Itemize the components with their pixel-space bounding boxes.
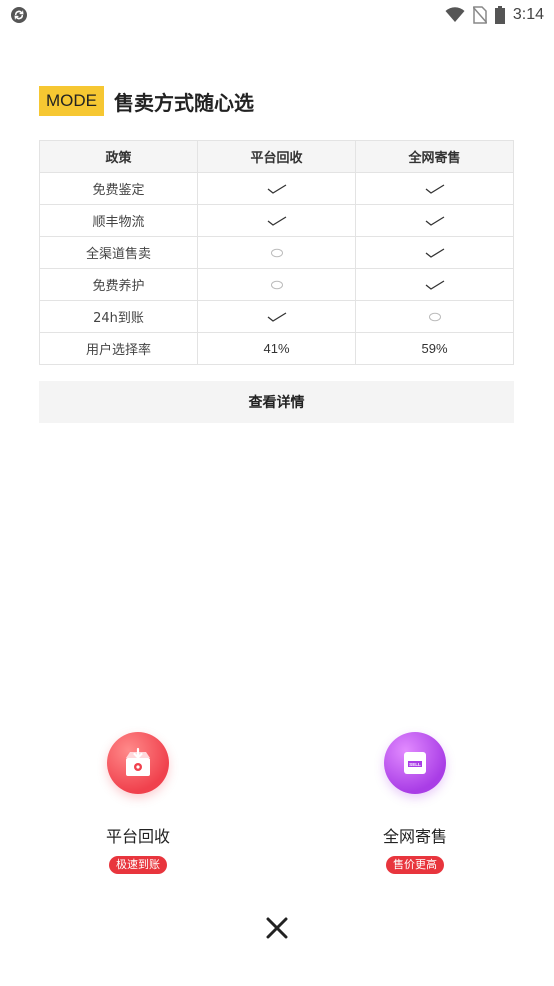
- page-title: 售卖方式随心选: [114, 90, 254, 115]
- view-details-button[interactable]: 查看详情: [39, 381, 514, 423]
- consign-cell: [355, 268, 514, 301]
- check-icon: [267, 311, 286, 322]
- consign-cell: [355, 204, 514, 237]
- option-consignment[interactable]: SELL 全网寄售 售价更高: [335, 732, 495, 874]
- check-icon: [425, 279, 444, 290]
- status-time: 3:14: [512, 6, 544, 23]
- table-row: 免费养护: [39, 268, 514, 301]
- header-platform-recycle: 平台回收: [197, 140, 356, 173]
- check-icon: [425, 247, 444, 258]
- table-body: 免费鉴定 顺丰物流 全渠道售卖 免费养护 24h到账 用户选择率 41% 59%: [39, 172, 514, 365]
- option-label: 全网寄售: [382, 827, 447, 846]
- platform-cell: [197, 236, 356, 269]
- platform-rate: 41%: [197, 332, 356, 365]
- row-label: 用户选择率: [39, 332, 198, 365]
- header-policy: 政策: [39, 140, 198, 173]
- consign-cell: [355, 172, 514, 205]
- platform-cell: [197, 300, 356, 333]
- check-icon: [267, 215, 286, 226]
- row-label: 顺丰物流: [39, 204, 198, 237]
- circle-icon: [270, 280, 283, 289]
- consign-rate: 59%: [355, 332, 514, 365]
- battery-icon: [494, 6, 505, 24]
- check-icon: [267, 183, 286, 194]
- consign-cell: [355, 236, 514, 269]
- status-bar: 3:14: [0, 0, 554, 30]
- platform-cell: [197, 172, 356, 205]
- option-badge: 售价更高: [386, 856, 444, 874]
- table-row: 顺丰物流: [39, 204, 514, 237]
- sell-tag-icon: SELL: [384, 732, 446, 794]
- table-row-rate: 用户选择率 41% 59%: [39, 332, 514, 365]
- circle-icon: [428, 312, 441, 321]
- close-button[interactable]: [262, 913, 292, 943]
- header-consignment: 全网寄售: [355, 140, 514, 173]
- check-icon: [425, 183, 444, 194]
- row-label: 免费养护: [39, 268, 198, 301]
- sell-icon-text: SELL: [409, 762, 421, 767]
- circle-icon: [270, 248, 283, 257]
- option-badge: 极速到账: [109, 856, 167, 874]
- row-label: 全渠道售卖: [39, 236, 198, 269]
- table-row: 24h到账: [39, 300, 514, 333]
- wifi-icon: [445, 7, 465, 22]
- no-sim-icon: [472, 6, 487, 24]
- section-header: MODE 售卖方式随心选: [39, 86, 254, 116]
- consign-cell: [355, 300, 514, 333]
- mode-tag: MODE: [39, 86, 104, 116]
- app-sync-icon: [11, 7, 27, 23]
- recycle-box-icon: [107, 732, 169, 794]
- option-label: 平台回收: [105, 827, 170, 846]
- check-icon: [425, 215, 444, 226]
- close-icon: [266, 917, 288, 939]
- row-label: 免费鉴定: [39, 172, 198, 205]
- table-row: 全渠道售卖: [39, 236, 514, 269]
- table-header-row: 政策 平台回收 全网寄售: [39, 140, 514, 173]
- platform-cell: [197, 268, 356, 301]
- comparison-table: 政策 平台回收 全网寄售 免费鉴定 顺丰物流 全渠道售卖 免费养护 24h到账 用户选择…: [39, 140, 514, 365]
- option-platform-recycle[interactable]: 平台回收 极速到账: [58, 732, 218, 874]
- row-label: 24h到账: [39, 300, 198, 333]
- table-row: 免费鉴定: [39, 172, 514, 205]
- platform-cell: [197, 204, 356, 237]
